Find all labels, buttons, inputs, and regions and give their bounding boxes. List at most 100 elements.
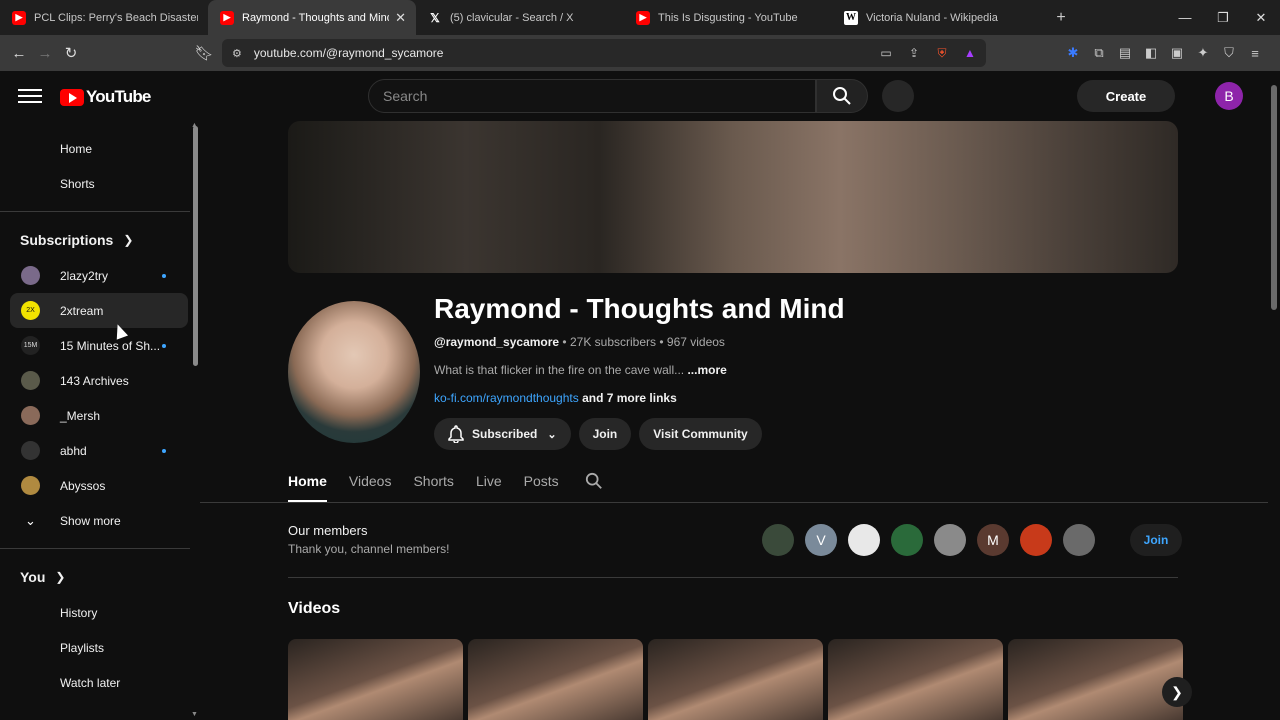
site-settings-icon[interactable]: ⚙ [232, 47, 242, 60]
voice-search-button[interactable] [882, 80, 914, 112]
youtube-favicon-icon: ▶ [636, 10, 650, 25]
more-link[interactable]: ...more [687, 363, 726, 377]
member-avatar[interactable] [891, 524, 923, 556]
close-tab-icon[interactable]: ✕ [395, 10, 406, 26]
video-thumbnail[interactable] [468, 639, 643, 720]
sidebar-scrollbar[interactable] [193, 126, 198, 366]
sidebar-item-playlists[interactable]: Playlists [0, 630, 200, 665]
cast-icon[interactable]: ▭ [876, 43, 896, 63]
member-avatar[interactable] [762, 524, 794, 556]
page-scrollbar[interactable] [1271, 85, 1277, 310]
video-thumbnail[interactable] [1008, 639, 1183, 720]
member-avatar[interactable]: V [805, 524, 837, 556]
minimize-icon[interactable]: — [1166, 10, 1204, 25]
browser-menu-icon[interactable]: ≡ [1244, 40, 1266, 66]
subscription-item[interactable]: Abyssos [0, 468, 200, 503]
join-button[interactable]: Join [578, 418, 632, 450]
search-box [368, 79, 816, 113]
channel-avatar-icon: 15M [21, 336, 40, 355]
video-thumbnail[interactable] [648, 639, 823, 720]
tab-home[interactable]: Home [288, 465, 327, 502]
browser-tab[interactable]: 𝕏 (5) clavicular - Search / X [416, 0, 624, 35]
subscription-item[interactable]: 143 Archives [0, 363, 200, 398]
show-more-button[interactable]: ⌄ Show more [0, 503, 200, 538]
bookmark-icon[interactable]: 🔖︎ [191, 40, 217, 66]
channel-avatar-icon [21, 371, 40, 390]
sidebar-item-history[interactable]: History [0, 595, 200, 630]
reload-icon[interactable]: ↻ [58, 40, 84, 66]
members-subtitle: Thank you, channel members! [288, 542, 450, 556]
member-avatar[interactable] [1063, 524, 1095, 556]
subscribed-button[interactable]: Subscribed ⌄ [434, 418, 571, 450]
chevron-right-icon: ❯ [123, 233, 134, 247]
subscriptions-heading[interactable]: Subscriptions ❯ [0, 222, 200, 258]
search-input[interactable] [383, 88, 783, 104]
bell-icon [448, 425, 464, 443]
visit-community-button[interactable]: Visit Community [639, 418, 762, 450]
tab-posts[interactable]: Posts [524, 465, 559, 497]
hamburger-menu-icon[interactable] [18, 85, 42, 105]
sidebar-item-label: Watch later [60, 675, 121, 690]
vpn-icon[interactable]: ⛉ [1218, 40, 1240, 66]
chevron-down-icon: ⌄ [25, 512, 36, 528]
create-button[interactable]: Create [1077, 80, 1175, 112]
subscription-item[interactable]: abhd [0, 433, 200, 468]
member-avatar[interactable]: M [977, 524, 1009, 556]
sidebar-item-watch-later[interactable]: Watch later [0, 665, 200, 700]
subscription-item[interactable]: 2lazy2try [0, 258, 200, 293]
description-text: What is that flicker in the fire on the … [434, 363, 685, 377]
subscribed-label: Subscribed [472, 427, 538, 441]
scroll-down-icon[interactable]: ▼ [191, 711, 198, 718]
restore-icon[interactable]: ❐ [1204, 10, 1242, 26]
share-icon[interactable]: ⇪ [904, 43, 924, 63]
member-avatar[interactable] [1020, 524, 1052, 556]
subscription-item[interactable]: 15M 15 Minutes of Sh... [0, 328, 200, 363]
video-thumbnail[interactable] [288, 639, 463, 720]
extension-icon[interactable]: ✱ [1062, 40, 1084, 66]
sidebar-item-shorts[interactable]: Shorts [0, 166, 200, 201]
wallet-icon[interactable]: ▣ [1166, 40, 1188, 66]
tab-live[interactable]: Live [476, 465, 502, 497]
videos-section-title[interactable]: Videos [288, 600, 340, 618]
subscription-label: 15 Minutes of Sh... [60, 338, 161, 353]
member-avatar[interactable] [848, 524, 880, 556]
sidebar-toggle-icon[interactable]: ◧ [1140, 40, 1162, 66]
brave-shield-icon[interactable]: ⛨ [932, 43, 952, 63]
members-join-button[interactable]: Join [1130, 524, 1182, 556]
channel-avatar[interactable] [288, 301, 420, 443]
window-close-icon[interactable]: ✕ [1242, 10, 1280, 26]
youtube-header: YouTube Create B [0, 71, 1280, 121]
new-tab-icon[interactable]: + [1046, 9, 1076, 27]
sidebar-item-home[interactable]: Home [0, 131, 200, 166]
browser-tab[interactable]: W Victoria Nuland - Wikipedia [832, 0, 1040, 35]
leo-ai-icon[interactable]: ✦ [1192, 40, 1214, 66]
tab-videos[interactable]: Videos [349, 465, 392, 497]
subscription-item[interactable]: 2X 2xtream [10, 293, 188, 328]
channel-search-icon[interactable] [585, 472, 603, 490]
next-arrow-icon[interactable]: ❯ [1162, 677, 1192, 707]
video-thumbnail[interactable] [828, 639, 1003, 720]
brave-rewards-icon[interactable]: ▲ [960, 43, 980, 63]
member-avatar[interactable] [934, 524, 966, 556]
browser-tab[interactable]: ▶ This Is Disgusting - YouTube [624, 0, 832, 35]
tab-shorts[interactable]: Shorts [413, 465, 453, 497]
search-button[interactable] [816, 79, 868, 113]
channel-avatar-icon: 2X [21, 301, 40, 320]
channel-description[interactable]: What is that flicker in the fire on the … [434, 363, 727, 377]
video-thumbnails [288, 639, 1183, 720]
youtube-logo[interactable]: YouTube [60, 87, 151, 107]
kofi-link[interactable]: ko-fi.com/raymondthoughts [434, 391, 579, 405]
member-avatars: VM [762, 524, 1095, 556]
more-links-button[interactable]: and 7 more links [582, 391, 677, 405]
you-heading[interactable]: You ❯ [0, 559, 200, 595]
address-bar[interactable]: ⚙ youtube.com/@raymond_sycamore ▭ ⇪ ⛨ ▲ [222, 39, 986, 67]
channel-links: ko-fi.com/raymondthoughts and 7 more lin… [434, 391, 677, 405]
account-avatar[interactable]: B [1215, 82, 1243, 110]
back-icon[interactable]: ← [6, 40, 32, 66]
subscription-item[interactable]: _Mersh [0, 398, 200, 433]
extensions-puzzle-icon[interactable]: ⧉ [1088, 40, 1110, 66]
browser-tab-active[interactable]: ▶ Raymond - Thoughts and Mind ✕ [208, 0, 416, 35]
forward-icon[interactable]: → [32, 40, 58, 66]
browser-tab[interactable]: ▶ PCL Clips: Perry's Beach Disaster - Yo [0, 0, 208, 35]
reader-icon[interactable]: ▤ [1114, 40, 1136, 66]
